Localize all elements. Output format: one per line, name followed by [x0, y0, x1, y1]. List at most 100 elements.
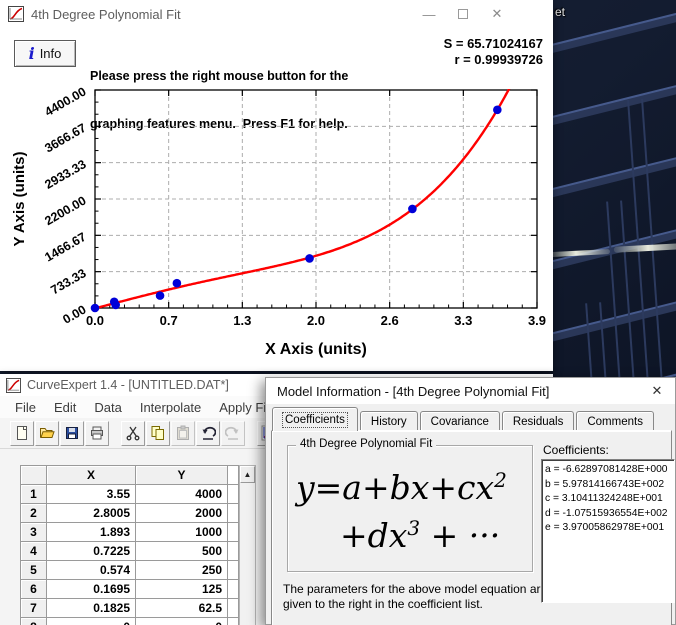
table-row: 5 0.574 250	[20, 560, 239, 580]
cell-x-1[interactable]: 3.55	[46, 484, 136, 504]
tab-history[interactable]: History	[359, 411, 418, 431]
cell-x-7[interactable]: 0.1825	[46, 598, 136, 618]
model-information-dialog: Model Information - [4th Degree Polynomi…	[265, 377, 676, 625]
tab-residuals[interactable]: Residuals	[501, 411, 575, 431]
new-file-icon	[17, 426, 27, 440]
cell-extra[interactable]	[227, 617, 239, 625]
cell-y-1[interactable]: 4000	[135, 484, 228, 504]
cell-extra[interactable]	[227, 598, 239, 618]
row-header[interactable]: 3	[20, 522, 47, 542]
tab-coefficients[interactable]: Coefficients	[272, 407, 358, 431]
minimize-button[interactable]: —	[412, 0, 446, 28]
scroll-up-button[interactable]: ▲	[240, 466, 255, 483]
coefficient-entry[interactable]: d = -1.07515936554E+002	[545, 507, 673, 522]
cut-button[interactable]	[121, 420, 145, 446]
svg-text:1.3: 1.3	[233, 313, 251, 328]
coefficient-entry[interactable]: b = 5.97814166743E+002	[545, 478, 673, 493]
parameters-note-line2: given to the right in the coefficient li…	[283, 597, 483, 611]
curveexpert-app-icon	[6, 377, 21, 393]
model-groupbox-title: 4th Degree Polynomial Fit	[296, 438, 437, 450]
column-header-extra[interactable]	[227, 465, 239, 485]
cell-y-3[interactable]: 1000	[135, 522, 228, 542]
cell-extra[interactable]	[227, 579, 239, 599]
cell-extra[interactable]	[227, 560, 239, 580]
tab-comments[interactable]: Comments	[576, 411, 654, 431]
table-row: 3 1.893 1000	[20, 522, 239, 542]
menu-item-file[interactable]: File	[6, 400, 45, 415]
column-header-x[interactable]: X	[46, 465, 136, 485]
cell-x-3[interactable]: 1.893	[46, 522, 136, 542]
cell-y-4[interactable]: 500	[135, 541, 228, 561]
row-header[interactable]: 8	[20, 617, 47, 625]
undo-button[interactable]	[196, 420, 220, 446]
coefficients-listbox[interactable]: a = -6.62897081428E+000 b = 5.97814166743…	[541, 459, 675, 603]
dialog-title: Model Information - [4th Degree Polynomi…	[277, 383, 550, 399]
row-header[interactable]: 2	[20, 503, 47, 523]
cell-x-5[interactable]: 0.574	[46, 560, 136, 580]
cell-y-5[interactable]: 250	[135, 560, 228, 580]
print-icon	[91, 426, 103, 440]
save-file-button[interactable]	[60, 420, 84, 446]
equation-tail: + ···	[420, 516, 501, 555]
coefficient-entry[interactable]: c = 3.10411324248E+001	[545, 492, 673, 507]
svg-text:3.9: 3.9	[528, 313, 546, 328]
cell-x-6[interactable]: 0.1695	[46, 579, 136, 599]
menu-item-edit[interactable]: Edit	[45, 400, 85, 415]
coefficients-label: Coefficients:	[543, 443, 609, 457]
svg-text:2200.00: 2200.00	[42, 193, 88, 228]
maximize-icon	[458, 9, 468, 19]
table-row: 4 0.7225 500	[20, 541, 239, 561]
print-button[interactable]	[85, 420, 109, 446]
svg-text:2.6: 2.6	[381, 313, 399, 328]
info-button-label: Info	[39, 46, 62, 61]
row-header[interactable]: 6	[20, 579, 47, 599]
table-row: 6 0.1695 125	[20, 579, 239, 599]
plot-window: 4th Degree Polynomial Fit — ✕ i Info Ple…	[0, 0, 553, 371]
cell-y-6[interactable]: 125	[135, 579, 228, 599]
coefficient-entry[interactable]: a = -6.62897081428E+000	[545, 463, 673, 478]
menu-item-interpolate[interactable]: Interpolate	[131, 400, 210, 415]
tab-label: Residuals	[512, 415, 564, 428]
corner-cell[interactable]	[20, 465, 47, 485]
cell-y-8[interactable]: 0	[135, 617, 228, 625]
cell-extra[interactable]	[227, 541, 239, 561]
tab-covariance[interactable]: Covariance	[419, 411, 500, 431]
table-row: 2 2.8005 2000	[20, 503, 239, 523]
new-file-button[interactable]	[10, 420, 34, 446]
svg-text:0.00: 0.00	[60, 302, 88, 326]
svg-text:1466.67: 1466.67	[42, 230, 88, 265]
coefficient-entry[interactable]: e = 3.97005862978E+001	[545, 521, 673, 536]
table-scrollbar[interactable]: ▲	[239, 465, 256, 625]
info-button[interactable]: i Info	[14, 40, 76, 67]
svg-text:3666.67: 3666.67	[42, 121, 88, 156]
info-icon: i	[28, 44, 35, 63]
stat-standard-error: S = 65.71024167	[443, 36, 543, 51]
model-equation: y=a+bx+cx2 +dx3 + ···	[288, 460, 532, 556]
close-button[interactable]: ✕	[480, 0, 514, 28]
cell-y-7[interactable]: 62.5	[135, 598, 228, 618]
row-header[interactable]: 5	[20, 560, 47, 580]
cell-y-2[interactable]: 2000	[135, 503, 228, 523]
maximize-button[interactable]	[446, 0, 480, 28]
cell-extra[interactable]	[227, 484, 239, 504]
row-header[interactable]: 1	[20, 484, 47, 504]
dialog-close-button[interactable]: ✕	[639, 378, 675, 404]
menu-item-data[interactable]: Data	[85, 400, 130, 415]
desktop: et 4th Degree Polynomial Fit — ✕ i Info …	[0, 0, 676, 625]
copy-button[interactable]	[146, 420, 170, 446]
cell-x-4[interactable]: 0.7225	[46, 541, 136, 561]
row-header[interactable]: 4	[20, 541, 47, 561]
cell-extra[interactable]	[227, 503, 239, 523]
cell-extra[interactable]	[227, 522, 239, 542]
fit-plot-canvas[interactable]: 0.00.00 0.7 733.33 1.3 1466.67 2.0 2200.00 2.6 2…	[0, 66, 553, 366]
main-window-title: CurveExpert 1.4 - [UNTITLED.DAT*]	[27, 378, 229, 392]
cell-x-8[interactable]: 0	[46, 617, 136, 625]
open-file-button[interactable]	[35, 420, 59, 446]
column-header-y[interactable]: Y	[135, 465, 228, 485]
dialog-tabs: Coefficients History Covariance Residuals Co…	[272, 407, 656, 431]
tab-label: Covariance	[430, 415, 489, 428]
svg-text:Y Axis (units): Y Axis (units)	[11, 151, 28, 246]
cell-x-2[interactable]: 2.8005	[46, 503, 136, 523]
row-header[interactable]: 7	[20, 598, 47, 618]
desktop-icon-label[interactable]: et	[555, 5, 565, 19]
